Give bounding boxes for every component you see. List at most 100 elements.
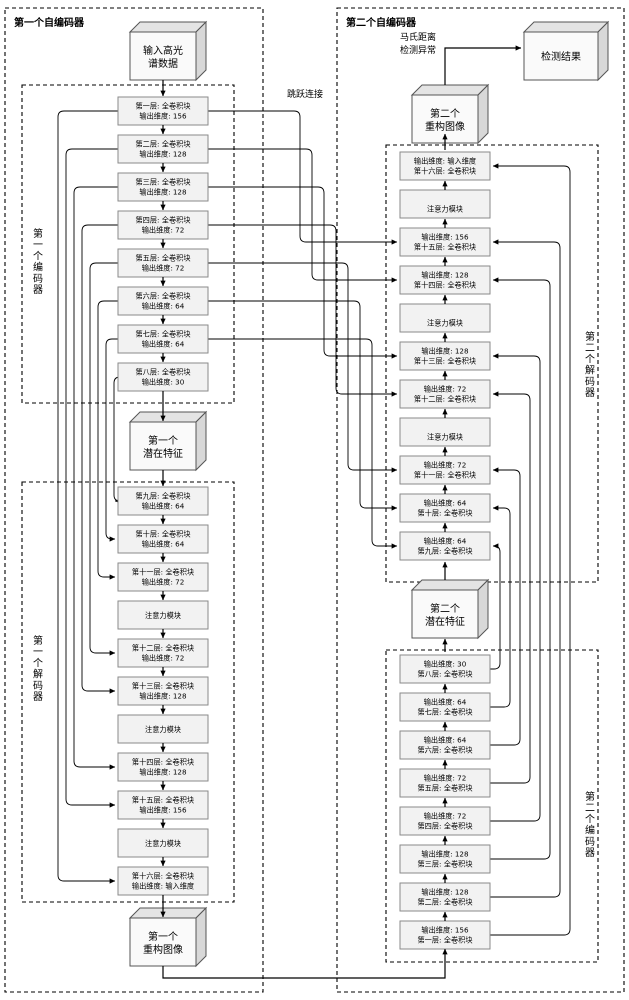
encoder1-layer-4[interactable]: 第四层: 全卷积块输出维度: 72 xyxy=(117,210,209,240)
decoder2-node-7[interactable]: 输出维度: 72第十二层: 全卷积块 xyxy=(399,379,491,409)
encoder1-layer-1-line1: 第一层: 全卷积块 xyxy=(135,102,190,111)
decoder2-node-10[interactable]: 输出维度: 64第十层: 全卷积块 xyxy=(399,493,491,523)
decoder2-node-11[interactable]: 输出维度: 64第九层: 全卷积块 xyxy=(399,531,491,561)
encoder2-layer-5[interactable]: 输出维度: 72第五层: 全卷积块 xyxy=(399,768,491,798)
decoder1-node-7[interactable]: 注意力模块 xyxy=(117,714,209,744)
decoder1-node-5[interactable]: 第十二层: 全卷积块输出维度: 72 xyxy=(117,638,209,668)
cube-reconstructed-2-line1: 第二个 xyxy=(430,107,460,120)
encoder1-layer-6-line2: 输出维度: 64 xyxy=(142,302,185,311)
decoder1-node-5-line2: 输出维度: 72 xyxy=(142,654,185,663)
encoder1-layer-5[interactable]: 第五层: 全卷积块输出维度: 72 xyxy=(117,248,209,278)
decoder2-node-4-line2: 第十四层: 全卷积块 xyxy=(414,281,476,290)
encoder1-layer-2[interactable]: 第二层: 全卷积块输出维度: 128 xyxy=(117,134,209,164)
decoder1-node-9[interactable]: 第十五层: 全卷积块输出维度: 156 xyxy=(117,790,209,820)
encoder1-layer-2-line2: 输出维度: 128 xyxy=(139,150,187,159)
svg-text:码: 码 xyxy=(585,836,595,848)
encoder2-layer-2[interactable]: 输出维度: 128第二层: 全卷积块 xyxy=(399,882,491,912)
svg-text:个: 个 xyxy=(585,813,595,825)
decoder2-node-8-line2: 注意力模块 xyxy=(427,433,463,442)
decoder1-node-11[interactable]: 第十六层: 全卷积块输出维度: 输入维度 xyxy=(117,866,209,896)
decoder1-node-3-line1: 第十一层: 全卷积块 xyxy=(132,568,194,577)
label-mahalanobis-line1: 马氏距离 xyxy=(400,31,436,43)
decoder1-node-4[interactable]: 注意力模块 xyxy=(117,600,209,630)
decoder1-node-10[interactable]: 注意力模块 xyxy=(117,828,209,858)
encoder1-layer-3[interactable]: 第三层: 全卷积块输出维度: 128 xyxy=(117,172,209,202)
encoder2-layer-3-line2: 第三层: 全卷积块 xyxy=(417,860,472,869)
vlabel-decoder-1: 第一个解码器 xyxy=(33,634,43,703)
svg-text:一: 一 xyxy=(33,240,43,251)
encoder2-layer-7-line1: 输出维度: 64 xyxy=(424,698,467,707)
svg-text:二: 二 xyxy=(585,343,595,354)
decoder1-node-3-line2: 输出维度: 72 xyxy=(142,578,185,587)
skip-enc1-1-to-dec1 xyxy=(57,110,118,884)
decoder2-node-11-line2: 第九层: 全卷积块 xyxy=(417,547,472,556)
vlabel-decoder-2: 第二个解码器 xyxy=(585,330,595,399)
svg-text:解: 解 xyxy=(33,668,43,681)
encoder1-layer-1[interactable]: 第一层: 全卷积块输出维度: 156 xyxy=(117,96,209,126)
cube-detection-result[interactable]: 检测结果 xyxy=(522,20,610,82)
encoder2-layer-1[interactable]: 输出维度: 156第一层: 全卷积块 xyxy=(399,920,491,950)
decoder2-node-3[interactable]: 输出维度: 156第十五层: 全卷积块 xyxy=(399,227,491,257)
decoder2-node-8[interactable]: 注意力模块 xyxy=(399,417,491,447)
cross-skip-enc1-7-to-dec2 xyxy=(208,338,398,549)
encoder1-layer-7-line1: 第七层: 全卷积块 xyxy=(135,330,190,339)
cube-input-hyperspectral[interactable]: 输入高光谱数据 xyxy=(128,20,208,82)
cross-skip-enc1-5-to-dec2 xyxy=(208,262,398,473)
encoder2-layer-4[interactable]: 输出维度: 72第四层: 全卷积块 xyxy=(399,806,491,836)
svg-text:器: 器 xyxy=(585,847,595,859)
decoder2-node-4[interactable]: 输出维度: 128第十四层: 全卷积块 xyxy=(399,265,491,295)
decoder1-node-3[interactable]: 第十一层: 全卷积块输出维度: 72 xyxy=(117,562,209,592)
decoder1-node-2-line2: 输出维度: 64 xyxy=(142,540,185,549)
decoder1-node-8[interactable]: 第十四层: 全卷积块输出维度: 128 xyxy=(117,752,209,782)
encoder2-layer-6[interactable]: 输出维度: 64第六层: 全卷积块 xyxy=(399,730,491,760)
decoder1-node-11-line1: 第十六层: 全卷积块 xyxy=(132,872,194,881)
svg-text:码: 码 xyxy=(33,680,43,692)
cube-reconstructed-1[interactable]: 第一个重构图像 xyxy=(128,906,208,968)
diagram-canvas: 第一层: 全卷积块 输出维度: 156 第二层: 全卷积块 输出维度: 128 第三层:… xyxy=(0,0,629,1000)
cube-input-hyperspectral-side xyxy=(195,20,207,82)
cube-reconstructed-2[interactable]: 第二个重构图像 xyxy=(410,83,490,145)
decoder2-node-6-line1: 输出维度: 128 xyxy=(421,347,469,356)
encoder1-layer-7[interactable]: 第七层: 全卷积块输出维度: 64 xyxy=(117,324,209,354)
encoder1-layer-8[interactable]: 第八层: 全卷积块输出维度: 30 xyxy=(117,362,209,392)
decoder1-node-8-line1: 第十四层: 全卷积块 xyxy=(132,758,194,767)
skip-enc2-7-to-dec2 xyxy=(490,239,561,898)
decoder2-node-2[interactable]: 注意力模块 xyxy=(399,189,491,219)
cube-latent-feature-1[interactable]: 第一个潜在特征 xyxy=(128,410,208,472)
decoder1-node-1[interactable]: 第九层: 全卷积块输出维度: 64 xyxy=(117,486,209,516)
encoder2-layer-8-line1: 输出维度: 30 xyxy=(424,660,467,669)
decoder1-node-6[interactable]: 第十三层: 全卷积块输出维度: 128 xyxy=(117,676,209,706)
encoder2-layer-7[interactable]: 输出维度: 64第七层: 全卷积块 xyxy=(399,692,491,722)
decoder2-node-5[interactable]: 注意力模块 xyxy=(399,303,491,333)
decoder1-node-2[interactable]: 第十层: 全卷积块输出维度: 64 xyxy=(117,524,209,554)
decoder1-node-11-line2: 输出维度: 输入维度 xyxy=(132,882,194,891)
label-mahalanobis-line2: 检测异常 xyxy=(400,44,436,56)
encoder1-layer-4-line2: 输出维度: 72 xyxy=(142,226,185,235)
decoder2-node-9[interactable]: 输出维度: 72第十一层: 全卷积块 xyxy=(399,455,491,485)
encoder1-layer-6[interactable]: 第六层: 全卷积块输出维度: 64 xyxy=(117,286,209,316)
decoder2-node-6[interactable]: 输出维度: 128第十三层: 全卷积块 xyxy=(399,341,491,371)
label-autoencoder-2: 第二个自编码器 xyxy=(346,16,417,29)
boundary-encoder-1 xyxy=(21,84,235,404)
encoder2-layer-8[interactable]: 输出维度: 30第八层: 全卷积块 xyxy=(399,654,491,684)
decoder2-node-1[interactable]: 输出维度: 输入维度第十六层: 全卷积块 xyxy=(399,151,491,181)
encoder2-layer-2-line2: 第二层: 全卷积块 xyxy=(417,898,472,907)
arrow-mahalanobis xyxy=(444,45,522,85)
decoder2-node-4-line1: 输出维度: 128 xyxy=(421,271,469,280)
cube-latent-feature-2[interactable]: 第二个潜在特征 xyxy=(410,578,490,640)
vlabel-encoder-2: 第二个编码器 xyxy=(585,790,595,859)
skip-enc1-3-to-dec1 xyxy=(73,186,118,770)
decoder2-node-9-line1: 输出维度: 72 xyxy=(424,461,467,470)
cube-reconstructed-2-line2: 重构图像 xyxy=(425,120,465,133)
svg-text:器: 器 xyxy=(585,387,595,399)
encoder2-layer-1-line1: 输出维度: 156 xyxy=(421,926,469,935)
encoder1-layer-8-line1: 第八层: 全卷积块 xyxy=(135,368,190,377)
encoder1-layer-5-line2: 输出维度: 72 xyxy=(142,264,185,273)
encoder1-layer-3-line1: 第三层: 全卷积块 xyxy=(135,178,190,187)
encoder2-layer-3[interactable]: 输出维度: 128第三层: 全卷积块 xyxy=(399,844,491,874)
encoder1-layer-8-line2: 输出维度: 30 xyxy=(142,378,185,387)
decoder2-node-7-line2: 第十二层: 全卷积块 xyxy=(414,395,476,404)
cube-latent-feature-2-line2: 潜在特征 xyxy=(425,615,465,628)
decoder1-node-4-line1: 注意力模块 xyxy=(145,611,181,620)
svg-text:器: 器 xyxy=(33,284,43,296)
